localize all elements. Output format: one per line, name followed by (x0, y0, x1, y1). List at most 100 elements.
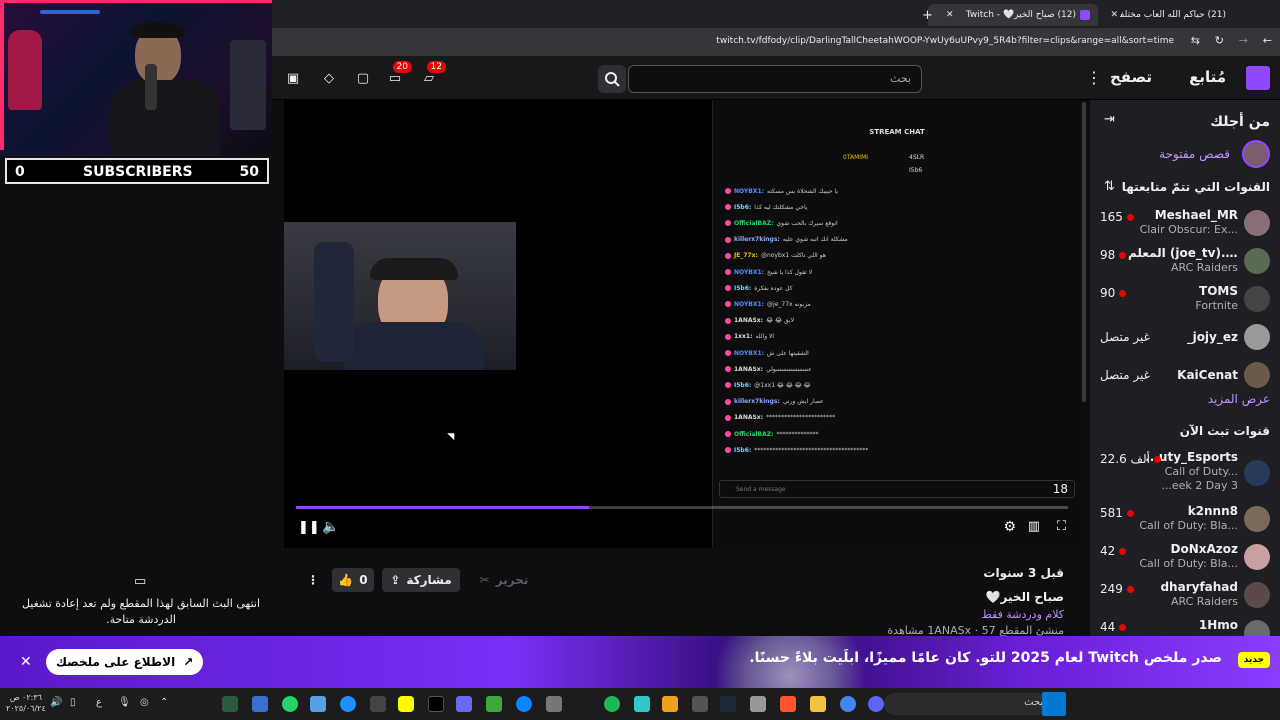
new-tab-icon[interactable]: + (922, 4, 933, 26)
led-strip (0, 0, 4, 150)
bits-icon[interactable]: ◇ (320, 69, 338, 87)
edit-button[interactable]: ✂ تحرير (468, 568, 540, 592)
mic-icon[interactable]: 🎙 (118, 697, 131, 708)
app-icon[interactable] (662, 696, 678, 712)
new-badge: جديد (1237, 652, 1270, 668)
settings-icon[interactable]: ⚙ (1003, 519, 1016, 535)
more-options-icon[interactable]: ⋮ (1086, 68, 1102, 87)
clip-category[interactable]: كلام ودردشة فقط (982, 608, 1064, 621)
app-icon[interactable] (750, 696, 766, 712)
app-icon[interactable] (252, 696, 268, 712)
app-icon[interactable] (692, 696, 708, 712)
xbox-icon[interactable] (222, 696, 238, 712)
app-icon[interactable] (456, 696, 472, 712)
prime-icon[interactable]: ▣ (284, 69, 302, 87)
sidebar-live-channel[interactable]: k2nnn8 Call of Duty: Bla... 581 (1090, 502, 1280, 538)
sidebar-live-channel[interactable]: 1Hmo 44 (1090, 616, 1280, 638)
tiktok-icon[interactable] (428, 696, 444, 712)
pause-icon[interactable]: ❚❚ (298, 520, 320, 535)
chat-line: OfficialBAZ: اتوقع سيرك بالحب شوي (725, 216, 1068, 230)
tab-close-icon[interactable]: ✕ (946, 4, 954, 26)
app-icon[interactable] (634, 696, 650, 712)
sidebar-followed-channel[interactable]: _jojy_ez غير متصل (1090, 320, 1280, 356)
stream-title: ...eek 2 Day 3 (1161, 479, 1238, 492)
tune-icon[interactable]: ⇆ (1191, 34, 1200, 47)
windows-start-icon[interactable] (1042, 692, 1066, 716)
subs-label: SUBSCRIBERS (83, 164, 193, 180)
url-text[interactable]: twitch.tv/fdfody/clip/DarlingTallCheetah… (716, 36, 1174, 46)
file-explorer-icon[interactable] (810, 696, 826, 712)
volume-icon[interactable]: 🔈 (322, 519, 339, 535)
show-more-link[interactable]: عرض المزيد (1208, 392, 1270, 406)
like-button[interactable]: 👍 0 (332, 568, 374, 592)
live-dot-icon (1153, 455, 1161, 463)
forward-icon[interactable]: → (1239, 34, 1248, 47)
nav-browse[interactable]: تصفح (1110, 68, 1152, 86)
theatre-mode-icon[interactable]: ▥ (1028, 519, 1040, 534)
whispers-icon[interactable]: ▢ (354, 69, 372, 87)
badge-icon (725, 382, 731, 389)
badge-icon (725, 252, 731, 259)
view-recap-button[interactable]: الاطلاع على ملخصك ↗ (46, 649, 204, 675)
avatar[interactable] (1242, 140, 1270, 168)
app-icon[interactable] (486, 696, 502, 712)
discord-icon[interactable] (868, 696, 884, 712)
snapchat-icon[interactable] (398, 696, 414, 712)
twitch-icon (1080, 10, 1090, 20)
clock[interactable]: ٠٢:٣٦ ص ٢٠٢٥/٠٦/٢٤ (6, 692, 46, 714)
browser-tab[interactable]: (21) حياكم الله العاب مختلفه - ... (1120, 4, 1230, 26)
edge-icon[interactable] (516, 696, 532, 712)
search-button[interactable] (598, 65, 626, 93)
whatsapp-icon[interactable] (282, 696, 298, 712)
live-heading: قنوات تبث الآن (1179, 424, 1270, 438)
channel-name: dharyfahad (1160, 580, 1238, 594)
sidebar-followed-channel[interactable]: Meshael_MR Clair Obscur: Ex... 165 (1090, 206, 1280, 242)
twitch-logo-icon[interactable] (1246, 66, 1270, 90)
sort-icon[interactable]: ⇅ (1104, 179, 1115, 194)
edge-icon[interactable] (340, 696, 356, 712)
back-icon[interactable]: ← (1263, 34, 1272, 47)
search-input[interactable]: بحث (628, 65, 922, 93)
sidebar-followed-channel[interactable]: TOMS Fortnite 90 (1090, 282, 1280, 318)
app-icon[interactable] (604, 696, 620, 712)
chat-username: killerx7kings: (734, 236, 780, 244)
battery-icon[interactable]: ▯ (70, 697, 76, 708)
brave-icon[interactable] (780, 696, 796, 712)
chrome-icon[interactable] (840, 696, 856, 712)
inbox-icon[interactable]: ▭ 20 (386, 61, 412, 87)
speaker-icon[interactable]: 🔊 (50, 697, 62, 708)
mouse-cursor (447, 429, 458, 441)
badge-icon (725, 447, 731, 454)
language-indicator[interactable]: ع (96, 697, 102, 708)
app-icon[interactable] (310, 696, 326, 712)
close-icon[interactable]: ✕ (20, 654, 32, 670)
network-icon[interactable]: ◎ (140, 697, 149, 708)
share-button[interactable]: ⇪ مشاركة (382, 568, 460, 592)
obs-icon[interactable] (370, 696, 386, 712)
video-player[interactable]: STREAM CHAT 0TAMIMI 4SLR I5b6 NOYBX1: يا … (284, 100, 1080, 548)
more-options-icon[interactable]: ⋮ (304, 568, 322, 592)
sidebar-followed-channel[interactable]: KaiCenat غير متصل (1090, 358, 1280, 394)
steam-icon[interactable] (720, 696, 736, 712)
tab-close-icon[interactable]: ✕ (1110, 4, 1118, 26)
sidebar-live-channel[interactable]: dharyfahad ARC Raiders 249 (1090, 578, 1280, 614)
open-stories-link[interactable]: قصص مفتوحة (1159, 147, 1230, 161)
avatar (1244, 324, 1270, 350)
notifications-icon[interactable]: ▱ 12 (420, 61, 446, 87)
scrollbar[interactable] (1082, 102, 1086, 402)
show-hidden-icon[interactable]: ⌃ (160, 697, 168, 708)
chat-message: @1xx1 😂 😂 😂 😂 (754, 381, 811, 389)
chat-username: I5b6: (734, 381, 752, 389)
sidebar-live-channel[interactable]: ...uty_Esports Call of Duty... ...eek 2 Da… (1090, 448, 1280, 498)
nav-following[interactable]: مُتابع (1189, 68, 1226, 86)
app-icon[interactable] (546, 696, 562, 712)
sidebar-live-channel[interactable]: DoNxAzoz Call of Duty: Bla... 42 (1090, 540, 1280, 576)
fullscreen-icon[interactable]: ⛶ (1057, 519, 1066, 534)
viewer-count: 98 (1100, 248, 1127, 262)
sidebar-followed-channel[interactable]: المعلم (joe_tv)... +2ARC Raiders 98 (1090, 244, 1280, 280)
browser-address-bar[interactable]: twitch.tv/fdfody/clip/DarlingTallCheetah… (270, 28, 1280, 56)
reload-icon[interactable]: ↻ (1215, 34, 1224, 47)
chat-username: I5b6: (734, 203, 752, 211)
collapse-sidebar-icon[interactable]: ⇥ (1104, 112, 1115, 127)
taskbar-search[interactable]: ⌕ بحث (884, 693, 1064, 715)
